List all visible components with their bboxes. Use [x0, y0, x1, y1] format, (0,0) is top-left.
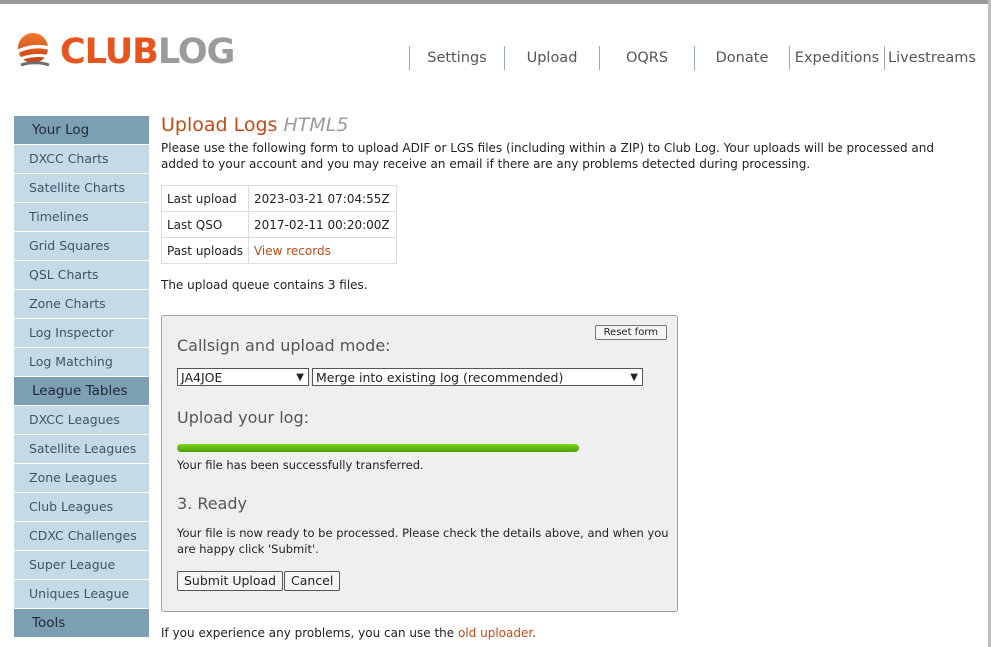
- nav-settings[interactable]: Settings: [409, 46, 504, 70]
- top-border: [0, 0, 991, 4]
- nav-expeditions[interactable]: Expeditions: [789, 46, 884, 70]
- last-qso-label: Last QSO: [161, 211, 249, 238]
- sidebar: Your Log DXCC Charts Satellite Charts Ti…: [14, 116, 149, 638]
- submit-upload-button[interactable]: Submit Upload: [177, 571, 284, 591]
- upload-mode-select[interactable]: Merge into existing log (recommended) ▼: [312, 368, 643, 386]
- main-content: Upload Logs HTML5 Please use the followi…: [161, 114, 961, 292]
- sidebar-item-grid-squares[interactable]: Grid Squares: [14, 232, 149, 261]
- last-upload-label: Last upload: [161, 185, 249, 212]
- sidebar-item-satellite-leagues[interactable]: Satellite Leagues: [14, 435, 149, 464]
- table-row: Last upload 2023-03-21 07:04:55Z: [161, 185, 397, 212]
- last-qso-value: 2017-02-11 00:20:00Z: [247, 211, 397, 238]
- intro-text: Please use the following form to upload …: [161, 141, 934, 171]
- table-row: Last QSO 2017-02-11 00:20:00Z: [161, 211, 397, 238]
- chevron-down-icon: ▼: [296, 372, 304, 383]
- upload-heading: Upload your log:: [177, 408, 309, 427]
- sidebar-item-log-inspector[interactable]: Log Inspector: [14, 319, 149, 348]
- upload-panel: Reset form Callsign and upload mode: JA4…: [161, 315, 678, 612]
- sidebar-header-your-log[interactable]: Your Log: [14, 116, 149, 145]
- sidebar-item-cdxc-challenges[interactable]: CDXC Challenges: [14, 522, 149, 551]
- page-title: Upload Logs HTML5: [161, 114, 349, 136]
- upload-info-table: Last upload 2023-03-21 07:04:55Z Last QS…: [161, 185, 397, 264]
- callsign-value: JA4JOE: [181, 370, 223, 385]
- old-uploader-link[interactable]: old uploader: [458, 626, 532, 640]
- ready-message: Your file is now ready to be processed. …: [177, 526, 669, 556]
- nav-oqrs[interactable]: OQRS: [599, 46, 694, 70]
- callsign-heading: Callsign and upload mode:: [177, 336, 391, 355]
- callsign-select[interactable]: JA4JOE ▼: [177, 368, 309, 386]
- past-uploads-label: Past uploads: [161, 237, 249, 264]
- nav-livestreams[interactable]: Livestreams: [884, 46, 979, 70]
- reset-form-button[interactable]: Reset form: [594, 325, 667, 340]
- sidebar-item-club-leagues[interactable]: Club Leagues: [14, 493, 149, 522]
- sidebar-item-timelines[interactable]: Timelines: [14, 203, 149, 232]
- nav-upload[interactable]: Upload: [504, 46, 599, 70]
- logo-globe-icon: [16, 33, 53, 67]
- last-upload-value: 2023-03-21 07:04:55Z: [247, 185, 397, 212]
- transfer-message: Your file has been successfully transfer…: [177, 458, 424, 472]
- chevron-down-icon: ▼: [630, 372, 638, 383]
- sidebar-item-qsl-charts[interactable]: QSL Charts: [14, 261, 149, 290]
- title-suffix: HTML5: [283, 114, 349, 136]
- sidebar-item-zone-leagues[interactable]: Zone Leagues: [14, 464, 149, 493]
- sidebar-header-tools[interactable]: Tools: [14, 609, 149, 638]
- top-nav: Settings Upload OQRS Donate Expeditions …: [409, 46, 979, 70]
- nav-donate[interactable]: Donate: [694, 46, 789, 70]
- upload-mode-value: Merge into existing log (recommended): [316, 370, 564, 385]
- sidebar-item-satellite-charts[interactable]: Satellite Charts: [14, 174, 149, 203]
- ready-heading: 3. Ready: [177, 494, 248, 513]
- queue-status: The upload queue contains 3 files.: [161, 278, 368, 292]
- sidebar-item-dxcc-leagues[interactable]: DXCC Leagues: [14, 406, 149, 435]
- sidebar-header-league-tables[interactable]: League Tables: [14, 377, 149, 406]
- upload-progress-bar: [177, 444, 579, 452]
- cancel-button[interactable]: Cancel: [284, 571, 341, 591]
- logo-text: CLUBLOG: [60, 32, 235, 72]
- sidebar-item-dxcc-charts[interactable]: DXCC Charts: [14, 145, 149, 174]
- view-records-link[interactable]: View records: [254, 244, 331, 258]
- footer-note: If you experience any problems, you can …: [161, 626, 537, 640]
- table-row: Past uploads View records: [161, 237, 397, 264]
- sidebar-item-log-matching[interactable]: Log Matching: [14, 348, 149, 377]
- sidebar-item-zone-charts[interactable]: Zone Charts: [14, 290, 149, 319]
- sidebar-item-super-league[interactable]: Super League: [14, 551, 149, 580]
- sidebar-item-uniques-league[interactable]: Uniques League: [14, 580, 149, 609]
